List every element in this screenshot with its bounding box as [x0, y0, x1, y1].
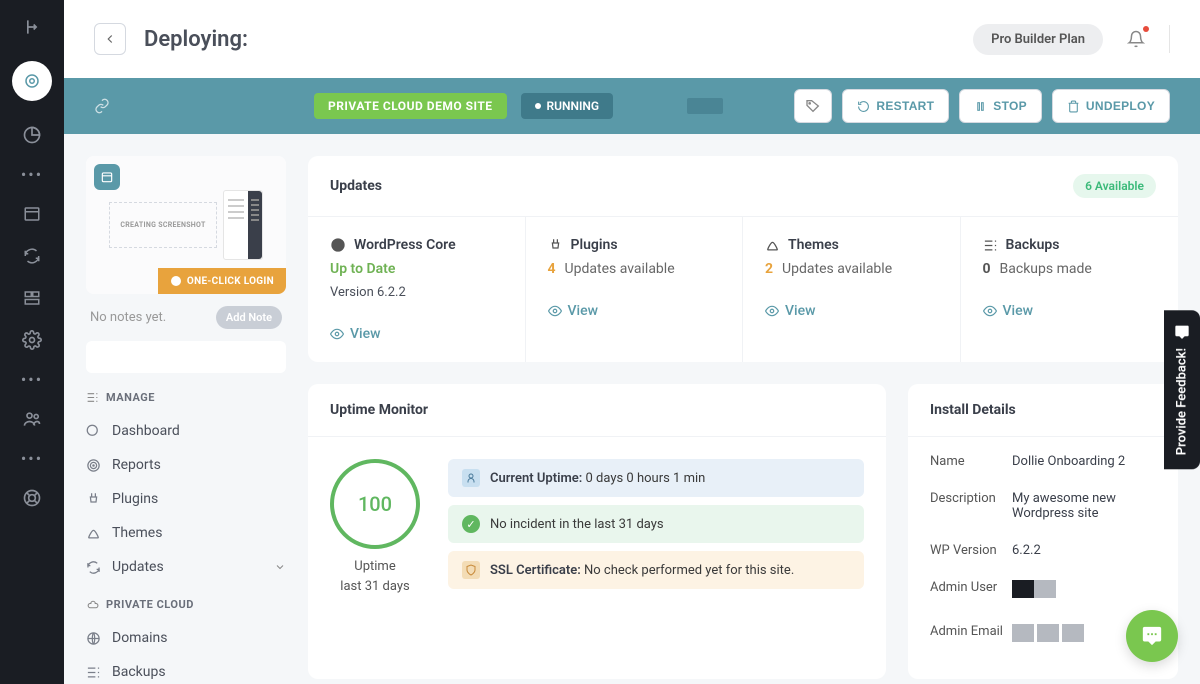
- uptime-row-ssl: SSL Certificate: No check performed yet …: [448, 551, 864, 589]
- nav-themes[interactable]: Themes: [86, 516, 286, 550]
- chat-fab[interactable]: [1126, 610, 1178, 662]
- nav-reports[interactable]: Reports: [86, 448, 286, 482]
- calendar-icon: [94, 164, 120, 190]
- one-click-login-button[interactable]: ONE-CLICK LOGIN: [158, 268, 286, 294]
- plan-badge[interactable]: Pro Builder Plan: [973, 24, 1103, 55]
- nav-section-manage: MANAGE: [86, 391, 286, 404]
- chat-icon: [1174, 324, 1190, 340]
- updates-title: Updates: [330, 178, 382, 194]
- page-title: Deploying:: [144, 27, 248, 52]
- detail-admin-user: Admin User: [930, 569, 1156, 613]
- update-core: WordPress Core Up to Date Version 6.2.2 …: [308, 217, 526, 362]
- dashboard-icon[interactable]: [12, 61, 52, 101]
- nav-section-cloud: PRIVATE CLOUD: [86, 598, 286, 611]
- view-backups[interactable]: View: [983, 303, 1157, 319]
- more-icon-1[interactable]: •••: [21, 165, 43, 184]
- add-note-button[interactable]: Add Note: [216, 306, 282, 329]
- notes-empty: No notes yet.: [90, 310, 166, 325]
- help-icon[interactable]: [20, 486, 44, 510]
- update-backups: Backups 0Backups made View: [961, 217, 1179, 362]
- update-themes: Themes 2Updates available View: [743, 217, 961, 362]
- uptime-score: 100: [330, 459, 420, 549]
- feedback-tab[interactable]: Provide Feedback!: [1164, 310, 1200, 469]
- detail-description: Description My awesome new Wordpress sit…: [930, 480, 1156, 532]
- nav-dashboard[interactable]: Dashboard: [86, 414, 286, 448]
- restart-button[interactable]: RESTART: [842, 89, 949, 123]
- update-plugins: Plugins 4Updates available View: [526, 217, 744, 362]
- gear-icon[interactable]: [20, 328, 44, 352]
- link-icon[interactable]: [94, 98, 110, 114]
- more-icon-2[interactable]: •••: [21, 370, 43, 389]
- nav-updates[interactable]: Updates: [86, 550, 286, 584]
- uptime-label: Uptimelast 31 days: [340, 557, 409, 596]
- window-icon[interactable]: [20, 202, 44, 226]
- site-banner: PRIVATE CLOUD DEMO SITE RUNNING RESTART …: [64, 78, 1200, 134]
- nav-plugins[interactable]: Plugins: [86, 482, 286, 516]
- nav-domains[interactable]: Domains: [86, 621, 286, 655]
- arrow-icon[interactable]: [20, 15, 44, 39]
- nav-backups[interactable]: Backups: [86, 655, 286, 684]
- more-icon-3[interactable]: •••: [21, 449, 43, 468]
- detail-wp-version: WP Version 6.2.2: [930, 532, 1156, 569]
- detail-admin-email: Admin Email: [930, 613, 1156, 657]
- back-button[interactable]: [94, 23, 126, 55]
- view-core[interactable]: View: [330, 326, 503, 342]
- updates-card: Updates 6 Available WordPress Core Up to…: [308, 156, 1178, 362]
- details-title: Install Details: [930, 402, 1016, 418]
- site-badge: PRIVATE CLOUD DEMO SITE: [314, 93, 507, 119]
- updates-available-badge: 6 Available: [1073, 174, 1156, 198]
- layout-icon[interactable]: [20, 286, 44, 310]
- undeploy-button[interactable]: UNDEPLOY: [1052, 89, 1170, 123]
- gauge-icon[interactable]: [20, 123, 44, 147]
- notifications-button[interactable]: [1121, 24, 1151, 54]
- status-badge: RUNNING: [521, 93, 614, 119]
- uptime-title: Uptime Monitor: [330, 402, 428, 418]
- users-icon[interactable]: [20, 407, 44, 431]
- notification-dot: [1143, 26, 1149, 32]
- tag-button[interactable]: [794, 89, 832, 123]
- left-rail: ••• ••• •••: [0, 0, 64, 684]
- refresh-icon[interactable]: [20, 244, 44, 268]
- screenshot-placeholder: CREATING SCREENSHOT: [109, 202, 216, 248]
- stop-button[interactable]: STOP: [959, 89, 1042, 123]
- view-plugins[interactable]: View: [548, 303, 721, 319]
- header: Deploying: Pro Builder Plan: [64, 0, 1200, 78]
- preview-card: CREATING SCREENSHOT ONE-CLICK LOGIN: [86, 156, 286, 294]
- uptime-row-current: Current Uptime: 0 days 0 hours 1 min: [448, 459, 864, 497]
- view-themes[interactable]: View: [765, 303, 938, 319]
- uptime-card: Uptime Monitor 100 Uptimelast 31 days Cu…: [308, 384, 886, 679]
- uptime-row-incident: ✓ No incident in the last 31 days: [448, 505, 864, 543]
- detail-name: Name Dollie Onboarding 2: [930, 443, 1156, 480]
